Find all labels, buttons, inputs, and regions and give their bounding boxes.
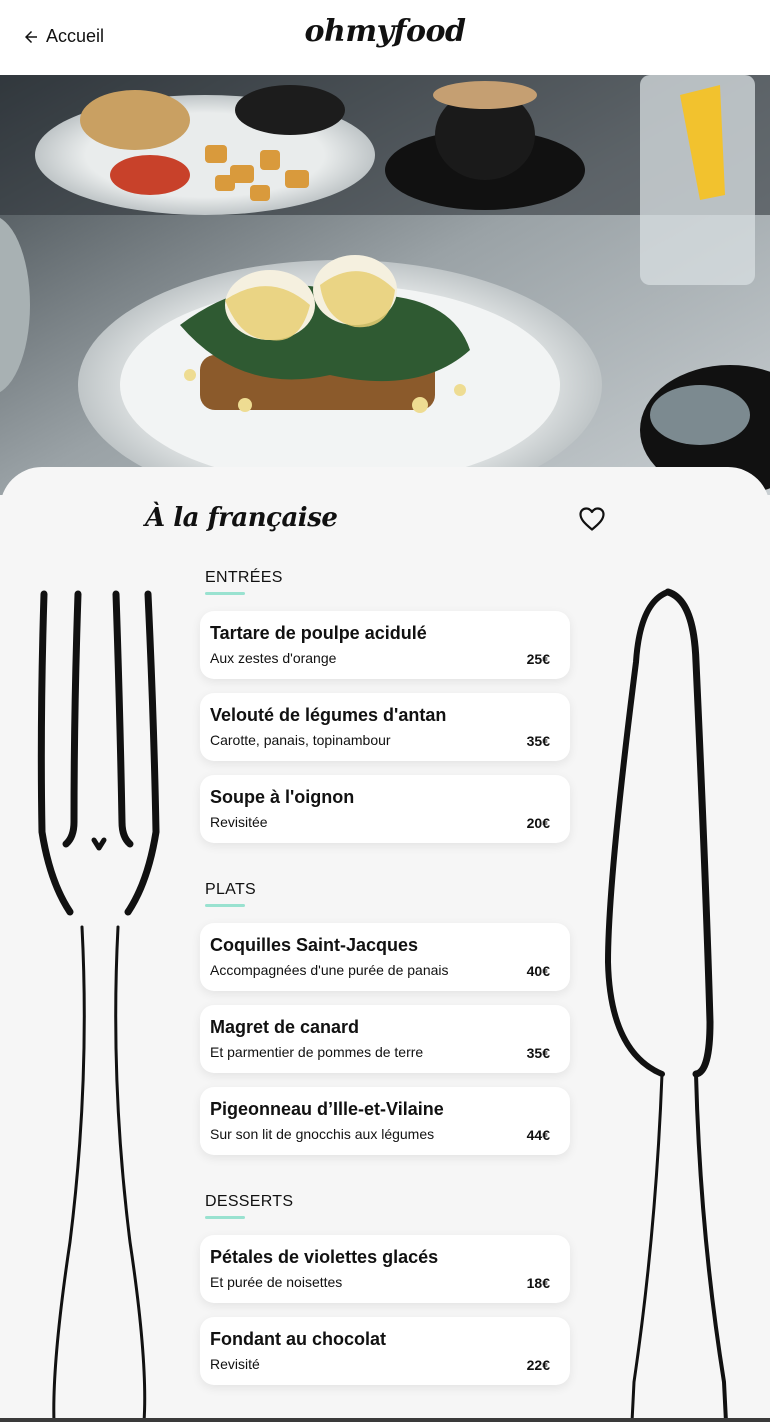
section-underline (205, 1216, 245, 1219)
dish-description: Sur son lit de gnocchis aux légumes (210, 1126, 435, 1142)
dish-price: 22€ (526, 1357, 550, 1373)
menu-section-entrees: ENTRÉES Tartare de poulpe acidulé Aux ze… (200, 567, 570, 843)
dish-name: Magret de canard (210, 1017, 360, 1037)
fork-icon (37, 590, 160, 1422)
dish-description: Et purée de noisettes (210, 1274, 343, 1290)
dish-price: 35€ (526, 1045, 550, 1061)
dish-price: 20€ (526, 815, 550, 831)
dish-description: Carotte, panais, topinambour (210, 732, 391, 748)
dish-card[interactable]: Magret de canard Et parmentier de pommes… (200, 1005, 570, 1073)
section-title: ENTRÉES (205, 569, 283, 586)
section-title: DESSERTS (205, 1193, 294, 1210)
dish-description: Revisité (210, 1356, 260, 1372)
menu-section-plats: PLATS Coquilles Saint-Jacques Accompagné… (200, 879, 570, 1155)
dish-card[interactable]: Pétales de violettes glacés Et purée de … (200, 1235, 570, 1303)
dish-description: Accompagnées d'une purée de panais (210, 962, 449, 978)
dish-card[interactable]: Velouté de légumes d'antan Carotte, pana… (200, 693, 570, 761)
dish-price: 18€ (526, 1275, 550, 1291)
section-title: PLATS (205, 881, 256, 898)
dish-description: Et parmentier de pommes de terre (210, 1044, 424, 1060)
menu-panel: À la française ENTRÉES Tartare de poulpe… (0, 467, 770, 1422)
section-underline (205, 904, 245, 907)
dish-name: Coquilles Saint-Jacques (210, 935, 419, 955)
brand-logo[interactable]: ohmyfood (0, 14, 770, 49)
menu-section-desserts: DESSERTS Pétales de violettes glacés Et … (200, 1191, 570, 1385)
dish-name: Soupe à l'oignon (210, 787, 355, 807)
hero-food-image (0, 75, 770, 495)
dish-card[interactable]: Fondant au chocolat Revisité 22€ (200, 1317, 570, 1385)
heart-icon[interactable] (578, 506, 606, 532)
section-underline (205, 592, 245, 595)
menu-list: ENTRÉES Tartare de poulpe acidulé Aux ze… (200, 567, 570, 1421)
dish-price: 44€ (526, 1127, 550, 1143)
restaurant-name: À la française (145, 503, 338, 533)
dish-price: 35€ (526, 733, 550, 749)
dish-name: Fondant au chocolat (210, 1329, 387, 1349)
dish-card[interactable]: Pigeonneau d’Ille-et-Vilaine Sur son lit… (200, 1087, 570, 1155)
dish-description: Aux zestes d'orange (210, 650, 337, 666)
dish-name: Pétales de violettes glacés (210, 1247, 439, 1267)
top-header: Accueil ohmyfood (0, 0, 770, 75)
dish-name: Tartare de poulpe acidulé (210, 623, 427, 643)
dish-description: Revisitée (210, 814, 268, 830)
dish-card[interactable]: Coquilles Saint-Jacques Accompagnées d'u… (200, 923, 570, 991)
dish-card[interactable]: Tartare de poulpe acidulé Aux zestes d'o… (200, 611, 570, 679)
knife-icon (605, 588, 728, 1422)
dish-name: Velouté de légumes d'antan (210, 705, 447, 725)
dish-price: 40€ (526, 963, 550, 979)
bottom-bar (0, 1418, 770, 1422)
dish-name: Pigeonneau d’Ille-et-Vilaine (210, 1099, 444, 1119)
dish-price: 25€ (526, 651, 550, 667)
dish-card[interactable]: Soupe à l'oignon Revisitée 20€ (200, 775, 570, 843)
